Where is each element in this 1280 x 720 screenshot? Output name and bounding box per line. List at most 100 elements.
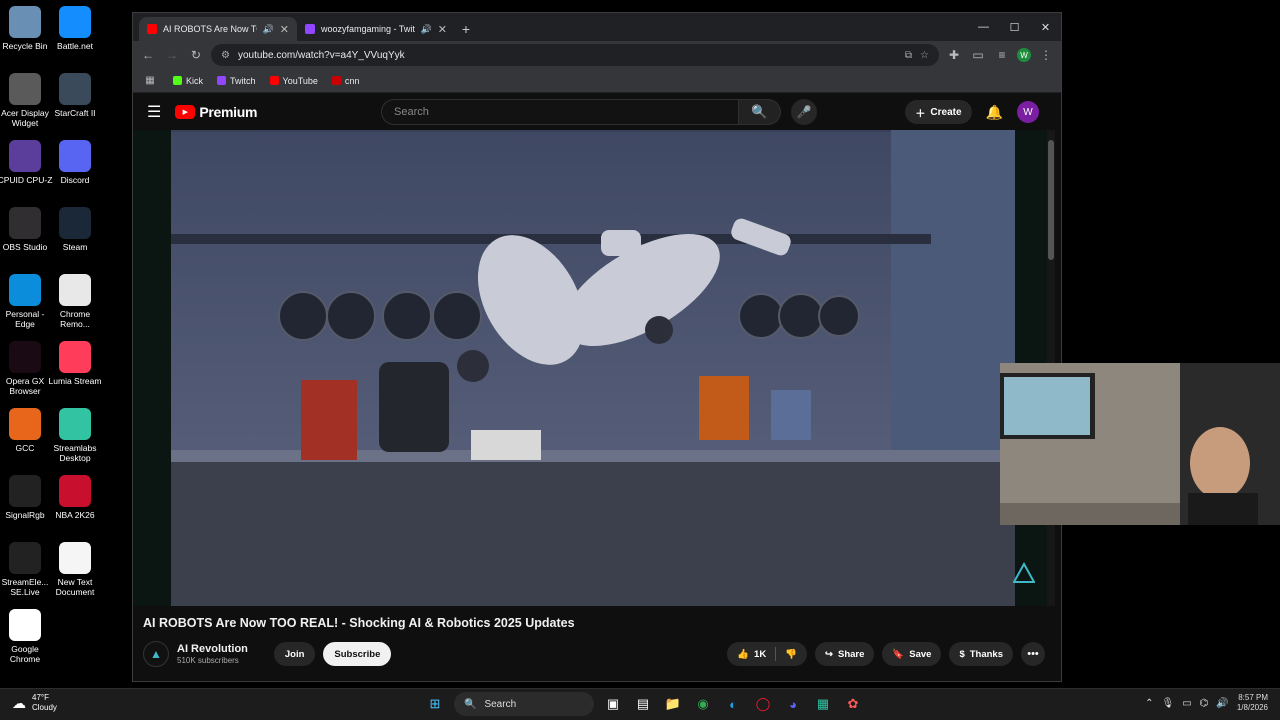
- taskbar-search[interactable]: 🔍 Search: [454, 692, 594, 716]
- network-icon[interactable]: ⌬: [1200, 698, 1209, 709]
- streamlabs-taskbar-icon[interactable]: ▦: [812, 692, 834, 716]
- desktop-icon[interactable]: Chrome Remo...: [46, 274, 104, 329]
- kick-icon: [173, 76, 182, 85]
- site-info-icon[interactable]: ⚙: [221, 50, 230, 61]
- lumia-icon: [59, 341, 91, 373]
- thumbs-up-icon[interactable]: 👍: [737, 649, 749, 660]
- desktop-icon[interactable]: Lumia Stream: [46, 341, 104, 386]
- opera-taskbar-icon[interactable]: ◯: [752, 692, 774, 716]
- install-app-icon[interactable]: ⧉: [905, 50, 912, 61]
- url-text[interactable]: youtube.com/watch?v=a4Y_VVuqYyk: [238, 50, 897, 61]
- signalrgb-icon: [9, 475, 41, 507]
- minimize-icon[interactable]: —: [968, 13, 999, 41]
- extensions-icon[interactable]: ✚: [945, 46, 963, 64]
- profile-avatar[interactable]: W: [1017, 48, 1031, 62]
- close-tab-icon[interactable]: ✕: [280, 23, 289, 36]
- clock-time: 8:57 PM: [1238, 693, 1268, 702]
- back-icon[interactable]: ←: [139, 46, 157, 64]
- join-button[interactable]: Join: [273, 642, 316, 666]
- webcam-feed-image: [1000, 363, 1280, 525]
- app-taskbar-icon[interactable]: ✿: [842, 692, 864, 716]
- video-frame[interactable]: [171, 130, 1015, 606]
- speaker-icon[interactable]: 🔊: [421, 24, 432, 35]
- save-button[interactable]: 🔖 Save: [882, 642, 942, 666]
- user-avatar[interactable]: W: [1017, 101, 1039, 123]
- widgets-icon[interactable]: ▤: [632, 692, 654, 716]
- voice-search-button[interactable]: 🎤: [791, 99, 817, 125]
- close-window-icon[interactable]: ✕: [1030, 13, 1061, 41]
- scrollbar-thumb[interactable]: [1048, 140, 1054, 260]
- share-button[interactable]: ↪ Share: [815, 642, 875, 666]
- thanks-button[interactable]: $ Thanks: [949, 642, 1013, 666]
- tab-twitch[interactable]: woozyfamgaming - Twitch 🔊 ✕: [297, 17, 455, 41]
- desktop-icon[interactable]: NBA 2K26: [46, 475, 104, 520]
- clock[interactable]: 8:57 PM 1/8/2026: [1237, 693, 1268, 713]
- desktop-icon-label: Recycle Bin: [2, 41, 48, 51]
- obs-icon: [9, 207, 41, 239]
- new-tab-button[interactable]: +: [455, 17, 477, 41]
- desktop-icon-label: StarCraft II: [54, 108, 96, 118]
- tab-youtube[interactable]: AI ROBOTS Are Now TOO R 🔊 ✕: [139, 17, 297, 41]
- desktop-icon[interactable]: Steam: [46, 207, 104, 252]
- subscribe-button[interactable]: Subscribe: [323, 642, 392, 666]
- discord-taskbar-icon[interactable]: ◕: [782, 692, 804, 716]
- channel-name[interactable]: AI Revolution: [177, 643, 248, 655]
- desktop-icon-label: Battle.net: [57, 41, 93, 51]
- bookmark-youtube[interactable]: YouTube: [269, 76, 318, 86]
- bookmark-icon: 🔖: [892, 648, 905, 660]
- bookmark-star-icon[interactable]: ☆: [920, 50, 929, 61]
- bookmark-cnn[interactable]: cnn: [331, 76, 359, 86]
- task-view-icon[interactable]: ▣: [602, 692, 624, 716]
- apps-grid-icon[interactable]: ▦: [141, 72, 159, 90]
- search-button[interactable]: 🔍: [739, 99, 781, 125]
- youtube-favicon-icon: [147, 24, 157, 34]
- hamburger-menu-icon[interactable]: ☰: [147, 102, 161, 122]
- bookmark-twitch[interactable]: Twitch: [217, 76, 256, 86]
- bookmark-kick[interactable]: Kick: [173, 76, 203, 86]
- youtube-logo[interactable]: ▶ Premium: [175, 104, 257, 120]
- browser-toolbar: ← → ↻ ⚙ youtube.com/watch?v=a4Y_VVuqYyk …: [133, 41, 1061, 69]
- notifications-bell-icon[interactable]: 🔔: [986, 104, 1003, 121]
- forward-icon[interactable]: →: [163, 46, 181, 64]
- webcam-overlay: [1000, 363, 1280, 525]
- windows-start-icon[interactable]: ⊞: [424, 692, 446, 716]
- text-document-icon: [59, 542, 91, 574]
- microphone-tray-icon[interactable]: 🎙: [1162, 698, 1175, 709]
- plus-icon: ＋: [915, 108, 926, 120]
- weather-temp: 47°F: [32, 693, 49, 702]
- reading-list-icon[interactable]: ≡: [993, 46, 1011, 64]
- desktop-icon[interactable]: Battle.net: [46, 6, 104, 51]
- desktop-icon[interactable]: Discord: [46, 140, 104, 185]
- maximize-icon[interactable]: ☐: [999, 13, 1030, 41]
- like-dislike-button[interactable]: 👍 1K 👎: [727, 642, 808, 666]
- search-input[interactable]: Search: [381, 99, 739, 125]
- file-explorer-icon[interactable]: 📁: [662, 692, 684, 716]
- menu-kebab-icon[interactable]: ⋮: [1037, 46, 1055, 64]
- desktop-icon[interactable]: StarCraft II: [46, 73, 104, 118]
- create-button[interactable]: ＋ Create: [905, 100, 972, 124]
- video-player[interactable]: [133, 130, 1055, 606]
- cnn-icon: [331, 76, 341, 85]
- desktop-icon[interactable]: Google Chrome: [0, 609, 54, 664]
- volume-icon[interactable]: 🔊: [1216, 698, 1228, 709]
- thumbs-down-icon[interactable]: 👎: [785, 649, 797, 660]
- display-icon[interactable]: ▭: [1182, 698, 1191, 709]
- weather-widget[interactable]: ☁ 47°F Cloudy: [12, 693, 57, 713]
- chevron-up-icon[interactable]: ⌃: [1145, 698, 1153, 709]
- channel-watermark-icon[interactable]: [1013, 562, 1035, 584]
- split-view-icon[interactable]: ▭: [969, 46, 987, 64]
- taskbar-search-label: Search: [484, 698, 517, 710]
- chrome-taskbar-icon[interactable]: ◉: [692, 692, 714, 716]
- speaker-icon[interactable]: 🔊: [263, 24, 274, 35]
- reload-icon[interactable]: ↻: [187, 46, 205, 64]
- desktop-icon[interactable]: Streamlabs Desktop: [46, 408, 104, 463]
- header-actions: ＋ Create 🔔 W: [905, 100, 1039, 124]
- close-tab-icon[interactable]: ✕: [438, 23, 447, 36]
- address-bar[interactable]: ⚙ youtube.com/watch?v=a4Y_VVuqYyk ⧉ ☆: [211, 44, 939, 66]
- edge-taskbar-icon[interactable]: ◐: [722, 692, 744, 716]
- channel-avatar[interactable]: ▲: [143, 641, 169, 667]
- desktop-icon-label: SignalRgb: [5, 510, 45, 520]
- more-actions-button[interactable]: •••: [1021, 642, 1045, 666]
- desktop-icon-label: Chrome Remo...: [59, 309, 91, 329]
- desktop-icon[interactable]: New Text Document: [46, 542, 104, 597]
